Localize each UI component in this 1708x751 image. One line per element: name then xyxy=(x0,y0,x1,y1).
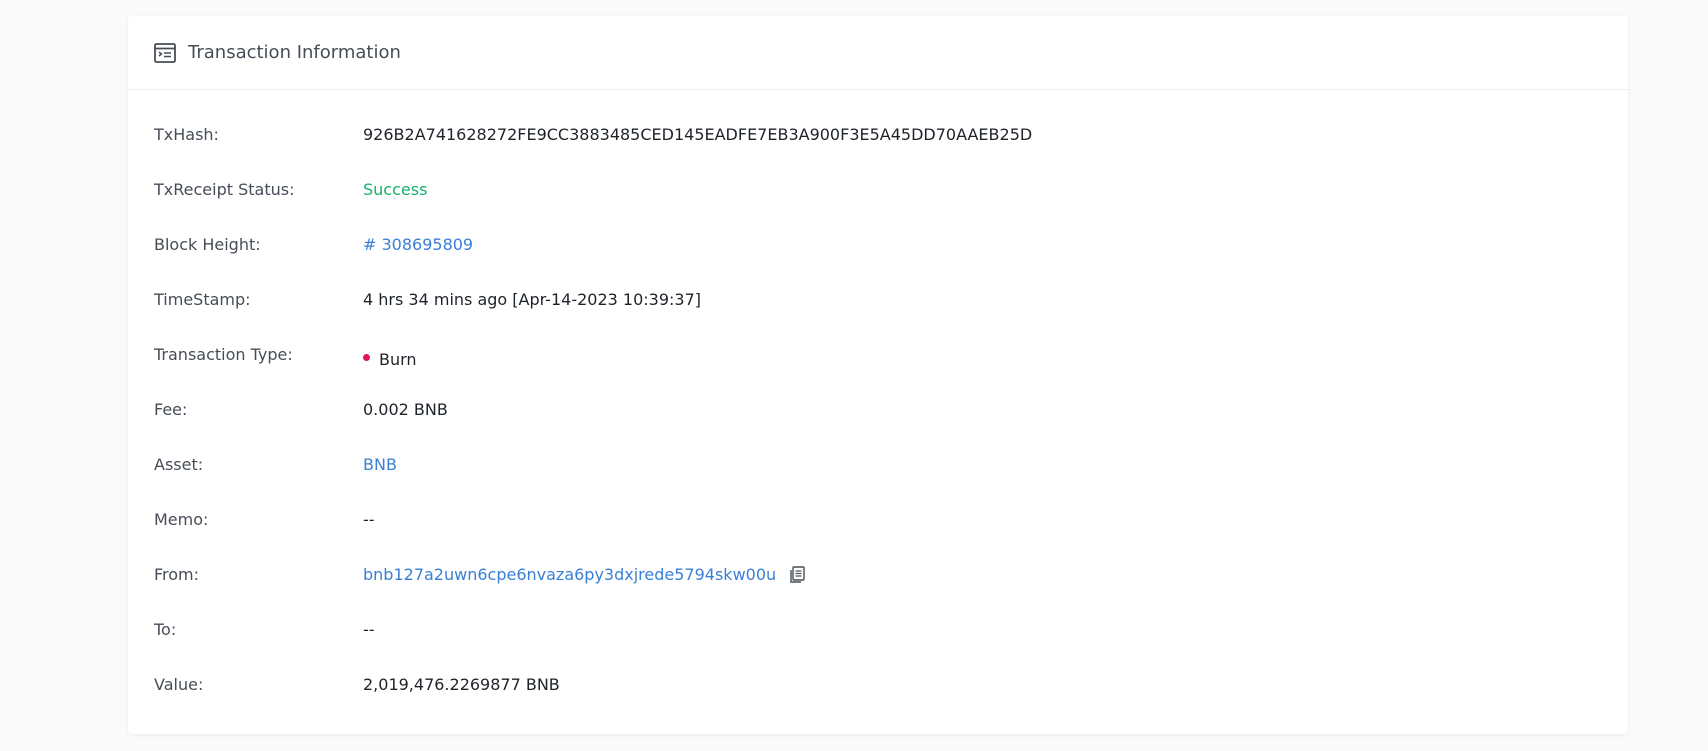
block-height-label: Block Height: xyxy=(154,235,261,254)
transaction-doc-icon xyxy=(154,42,176,64)
status-label: TxReceipt Status: xyxy=(154,180,295,199)
details-list: TxHash: 926B2A741628272FE9CC3883485CED14… xyxy=(128,125,1628,730)
row-memo: Memo: -- xyxy=(128,510,1628,565)
tx-type-label: Transaction Type: xyxy=(154,345,293,364)
transaction-info-card: Transaction Information TxHash: 926B2A74… xyxy=(128,16,1628,734)
fee-label: Fee: xyxy=(154,400,188,419)
row-timestamp: TimeStamp: 4 hrs 34 mins ago [Apr-14-202… xyxy=(128,290,1628,345)
fee-value: 0.002 BNB xyxy=(363,400,448,419)
txhash-label: TxHash: xyxy=(154,125,219,144)
timestamp-label: TimeStamp: xyxy=(154,290,251,309)
row-from: From: bnb127a2uwn6cpe6nvaza6py3dxjrede57… xyxy=(128,565,1628,620)
memo-label: Memo: xyxy=(154,510,209,529)
from-address-link[interactable]: bnb127a2uwn6cpe6nvaza6py3dxjrede5794skw0… xyxy=(363,565,776,585)
to-value: -- xyxy=(363,620,375,639)
card-title: Transaction Information xyxy=(188,42,401,63)
row-tx-type: Transaction Type: Burn xyxy=(128,345,1628,400)
row-block-height: Block Height: # 308695809 xyxy=(128,235,1628,290)
tx-type-value: Burn xyxy=(363,345,417,369)
value-amount: 2,019,476.2269877 BNB xyxy=(363,675,560,694)
row-txhash: TxHash: 926B2A741628272FE9CC3883485CED14… xyxy=(128,125,1628,180)
status-value: Success xyxy=(363,180,428,199)
row-to: To: -- xyxy=(128,620,1628,675)
to-label: To: xyxy=(154,620,177,639)
tx-type-text: Burn xyxy=(379,350,417,369)
card-header: Transaction Information xyxy=(128,16,1628,90)
value-label: Value: xyxy=(154,675,204,694)
from-value: bnb127a2uwn6cpe6nvaza6py3dxjrede5794skw0… xyxy=(363,565,806,585)
txhash-value: 926B2A741628272FE9CC3883485CED145EADFE7E… xyxy=(363,125,1033,144)
row-asset: Asset: BNB xyxy=(128,455,1628,510)
row-status: TxReceipt Status: Success xyxy=(128,180,1628,235)
tx-type-badge: Burn xyxy=(363,350,417,370)
asset-link[interactable]: BNB xyxy=(363,455,397,475)
asset-label: Asset: xyxy=(154,455,204,474)
row-fee: Fee: 0.002 BNB xyxy=(128,400,1628,455)
memo-value: -- xyxy=(363,510,375,529)
row-value: Value: 2,019,476.2269877 BNB xyxy=(128,675,1628,730)
burn-dot-icon xyxy=(363,353,370,361)
copy-icon[interactable] xyxy=(788,566,806,584)
from-label: From: xyxy=(154,565,200,584)
block-height-link[interactable]: # 308695809 xyxy=(363,235,473,255)
timestamp-value: 4 hrs 34 mins ago [Apr-14-2023 10:39:37] xyxy=(363,290,701,309)
